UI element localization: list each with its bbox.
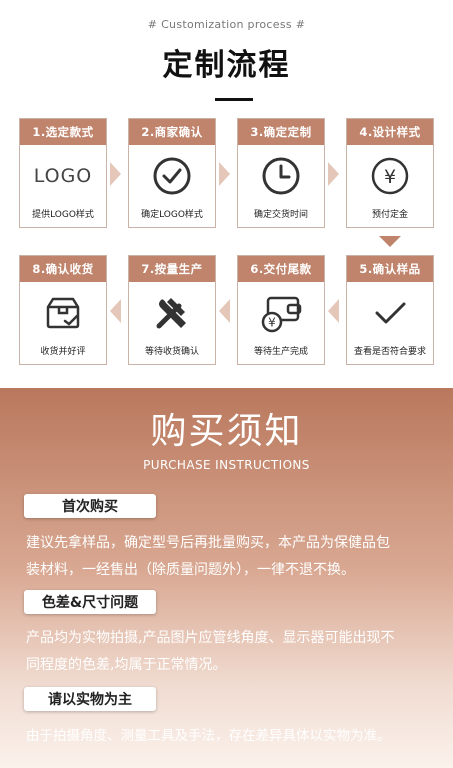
step-card-2: 2.商家确认 确定LOGO样式 <box>128 118 216 228</box>
step-6-caption: 等待生产完成 <box>253 347 308 357</box>
step-card-4: 4.设计样式 ¥ 预付定金 <box>346 118 434 228</box>
section-text-color-size: 产品均为实物拍摄,产品图片应管线角度、显示器可能出现不 同程度的色差,均属于正常… <box>26 625 436 679</box>
step-card-3: 3.确定定制 确定交货时间 <box>237 118 325 228</box>
step-card-7: 7.按量生产 等待收货确认 <box>128 255 216 365</box>
section-subtitle: # Customization process # <box>147 18 306 31</box>
text-line: 装材料，一经售出（除质量问题外），一律不退不换。 <box>26 562 355 578</box>
step-6-head: 6.交付尾款 <box>238 256 324 282</box>
yen-symbol: ¥ <box>384 166 396 188</box>
section-label-actual-item: 请以实物为主 <box>24 687 156 711</box>
step-5-head: 5.确认样品 <box>347 256 433 282</box>
step-1-head: 1.选定款式 <box>20 119 106 145</box>
arrow-right-icon <box>219 162 230 186</box>
step-2-head: 2.商家确认 <box>129 119 215 145</box>
step-4-caption: 预付定金 <box>371 210 408 220</box>
page-title: 定制流程 <box>162 48 291 83</box>
section-text-actual-item: 由于拍摄角度、测量工具及手法，存在差异具体以实物为准。 <box>26 723 436 750</box>
step-2-caption: 确定LOGO样式 <box>141 210 203 220</box>
arrow-left-icon <box>328 299 339 323</box>
text-line: 产品均为实物拍摄,产品图片应管线角度、显示器可能出现不 <box>26 630 395 646</box>
arrow-right-icon <box>110 162 121 186</box>
arrow-right-icon <box>328 162 339 186</box>
yen-circle-icon: ¥ <box>347 153 433 199</box>
step-7-caption: 等待收货确认 <box>144 347 199 357</box>
step-7-head: 7.按量生产 <box>129 256 215 282</box>
section-text-first-purchase: 建议先拿样品，确定型号后再批量购买，本产品为保健品包 装材料，一经售出（除质量问… <box>26 530 436 584</box>
section-label-color-size: 色差&尺寸问题 <box>24 590 156 614</box>
tools-icon <box>129 290 215 336</box>
step-8-caption: 收货并好评 <box>40 347 86 357</box>
purchase-title: 购买须知 <box>150 411 303 452</box>
text-line: 由于拍摄角度、测量工具及手法，存在差异具体以实物为准。 <box>26 728 391 744</box>
step-1-caption: 提供LOGO样式 <box>32 210 94 220</box>
text-line: 建议先拿样品，确定型号后再批量购买，本产品为保健品包 <box>26 535 390 551</box>
step-card-1: 1.选定款式 LOGO 提供LOGO样式 <box>19 118 107 228</box>
step-4-head: 4.设计样式 <box>347 119 433 145</box>
arrow-left-icon <box>110 299 121 323</box>
arrow-left-icon <box>219 299 230 323</box>
logo-icon: LOGO <box>20 153 106 199</box>
step-3-caption: 确定交货时间 <box>253 210 308 220</box>
clock-icon <box>238 153 324 199</box>
wallet-icon: ¥ <box>238 290 324 336</box>
section-label-first-purchase: 首次购买 <box>24 494 156 518</box>
checkmark-icon <box>347 290 433 336</box>
logo-text: LOGO <box>33 165 93 187</box>
step-card-5: 5.确认样品 查看是否符合要求 <box>346 255 434 365</box>
arrow-down-icon <box>379 236 401 247</box>
step-8-head: 8.确认收货 <box>20 256 106 282</box>
step-card-6: 6.交付尾款 ¥ 等待生产完成 <box>237 255 325 365</box>
text-line: 同程度的色差,均属于正常情况。 <box>26 657 227 673</box>
purchase-subtitle: PURCHASE INSTRUCTIONS <box>143 458 310 472</box>
step-5-caption: 查看是否符合要求 <box>353 347 426 357</box>
box-check-icon <box>20 290 106 336</box>
title-underline <box>215 98 253 101</box>
step-card-8: 8.确认收货 收货并好评 <box>19 255 107 365</box>
step-3-head: 3.确定定制 <box>238 119 324 145</box>
yen-symbol: ¥ <box>268 316 276 330</box>
check-circle-icon <box>129 153 215 199</box>
